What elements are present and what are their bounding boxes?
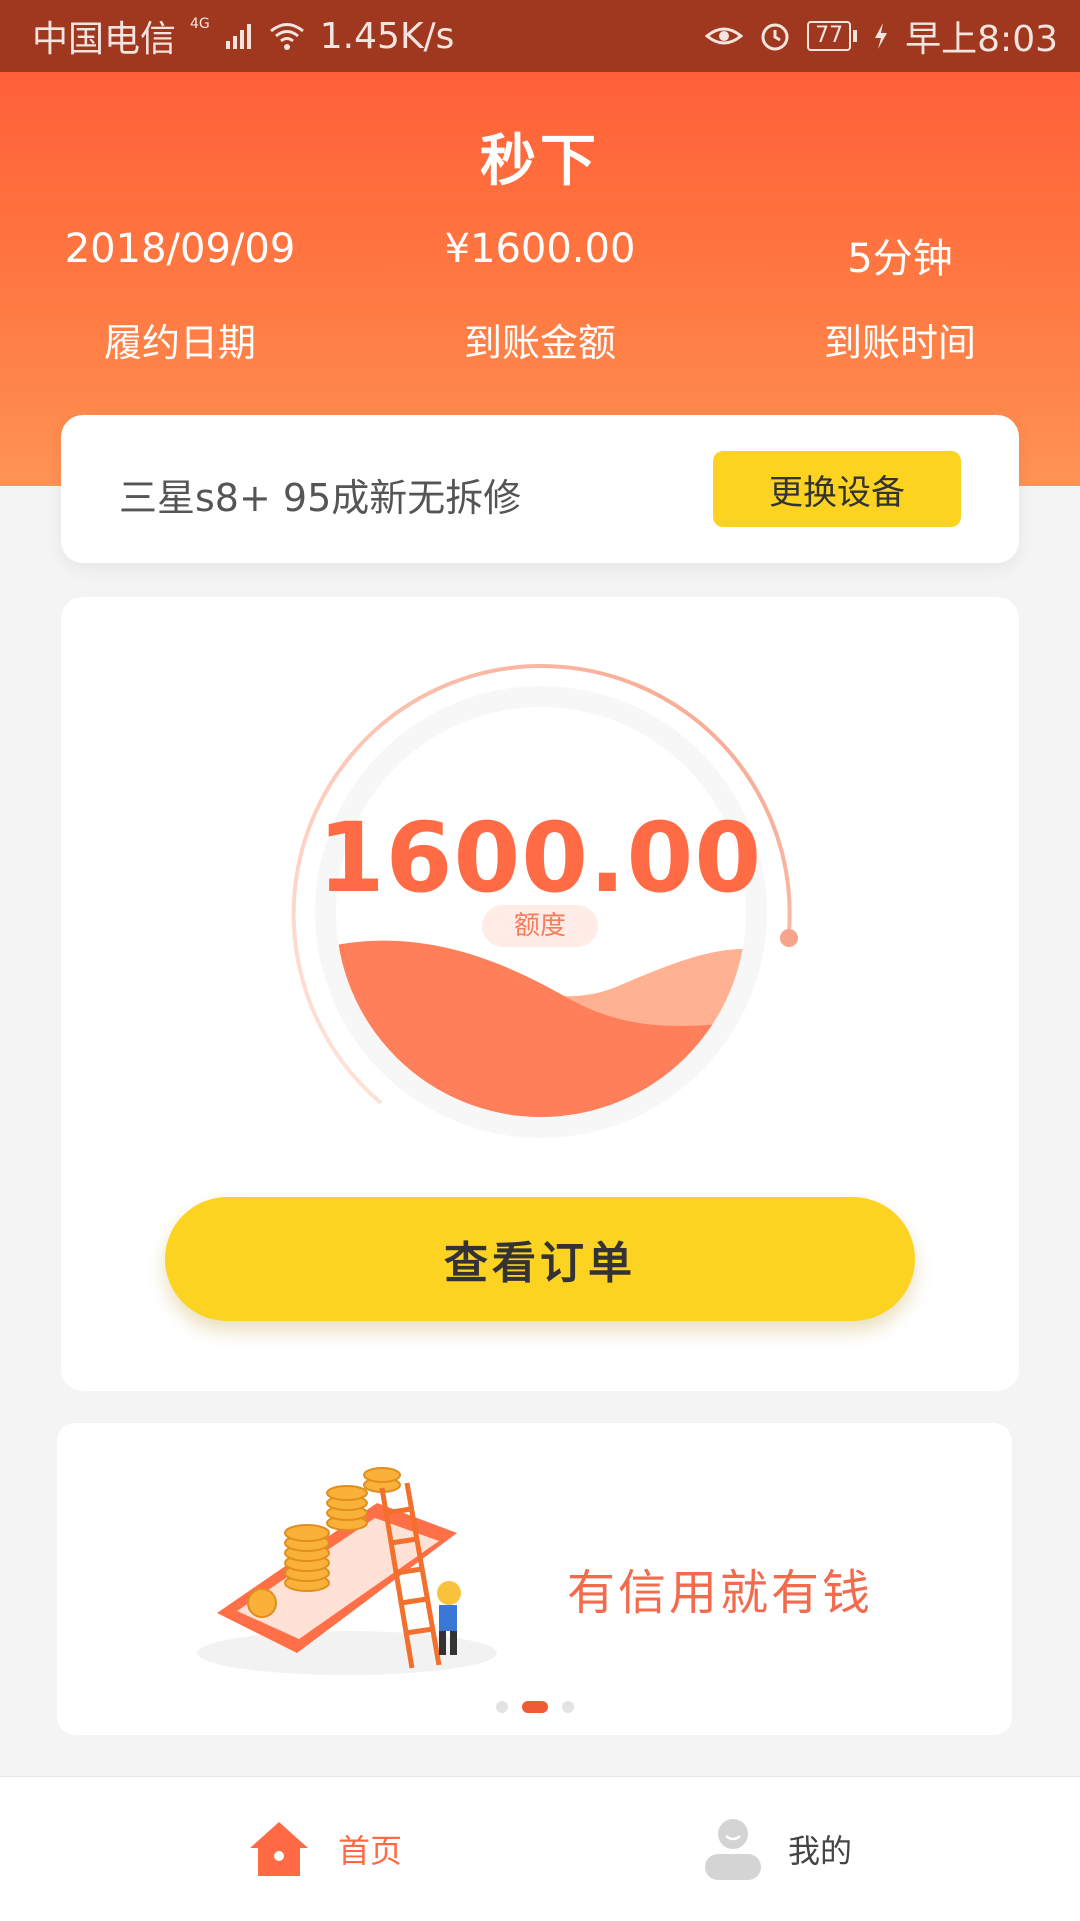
page-title: 秒下	[480, 129, 600, 194]
eye-icon	[705, 27, 744, 45]
carousel-dots	[57, 1701, 1012, 1713]
change-device-button[interactable]: 更换设备	[713, 451, 961, 527]
promo-banner[interactable]: 有信用就有钱	[57, 1423, 1012, 1735]
stat-value: 2018/09/09	[64, 226, 296, 272]
carousel-dot-active[interactable]	[521, 1701, 548, 1713]
stat-label: 履约日期	[103, 321, 256, 365]
stat-label: 到账时间	[823, 321, 976, 365]
banner-slogan: 有信用就有钱	[567, 1565, 874, 1621]
bottom-nav: 首页 我的	[0, 1776, 1080, 1921]
stat-value: 5分钟	[847, 236, 953, 282]
credit-amount: 1600.00	[317, 802, 763, 914]
charging-icon	[875, 23, 888, 49]
device-name: 三星s8+ 95成新无拆修	[119, 476, 522, 520]
phone-coins-ladder-illustration	[197, 1467, 497, 1675]
wifi-icon	[269, 23, 304, 50]
signal-icon	[225, 24, 251, 49]
clock: 早上8:03	[905, 19, 1058, 60]
home-icon	[250, 1822, 308, 1876]
alarm-icon	[761, 23, 789, 51]
carrier-name: 中国电信	[32, 19, 177, 60]
battery-level: 77	[807, 21, 852, 51]
carousel-dot[interactable]	[561, 1701, 574, 1713]
view-orders-button[interactable]: 查看订单	[165, 1197, 915, 1321]
nav-label-mine: 我的	[788, 1832, 853, 1870]
nav-label-home: 首页	[338, 1832, 403, 1870]
user-icon	[705, 1819, 761, 1880]
stat-value: ¥1600.00	[444, 226, 636, 272]
nav-item-mine[interactable]: 我的	[702, 1777, 852, 1921]
credit-card: 1600.00 额度 查看订单	[61, 597, 1019, 1391]
progress-knob	[780, 929, 798, 947]
battery-indicator: 77	[807, 21, 858, 51]
nav-item-home[interactable]: 首页	[244, 1777, 402, 1921]
status-bar: 中国电信 4G 1.45K/s 77 早上8:03	[0, 0, 1080, 72]
limit-badge: 额度	[482, 905, 598, 947]
stat-label: 到账金额	[463, 321, 616, 365]
network-type: 4G	[190, 16, 210, 32]
device-card: 三星s8+ 95成新无拆修 更换设备	[61, 415, 1019, 563]
network-speed: 1.45K/s	[319, 15, 455, 57]
carousel-dot[interactable]	[495, 1701, 508, 1713]
